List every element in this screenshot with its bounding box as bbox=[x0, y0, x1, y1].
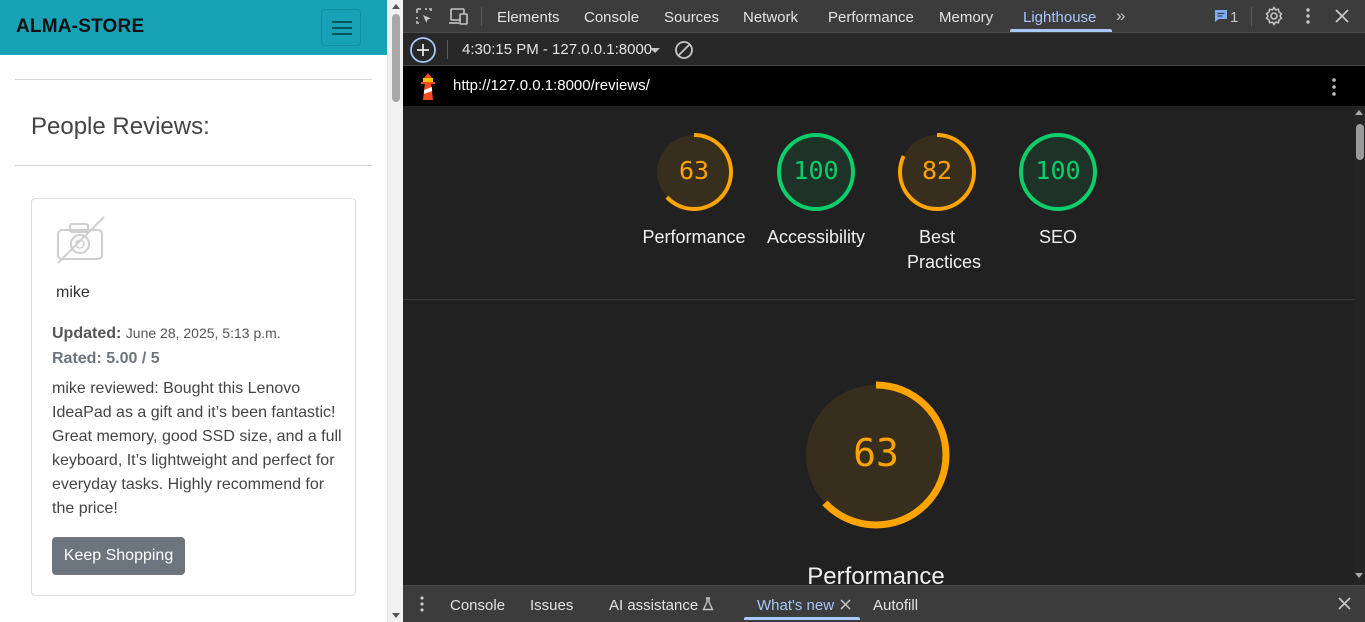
reviewer-name: mike bbox=[56, 284, 90, 301]
tab-memory[interactable]: Memory bbox=[939, 9, 993, 26]
updated-date: June 28, 2025, 5:13 p.m. bbox=[125, 325, 281, 341]
toolbar-separator bbox=[1251, 7, 1252, 26]
close-drawer-icon[interactable] bbox=[1338, 597, 1351, 610]
more-options-kebab-icon[interactable] bbox=[1301, 7, 1315, 25]
settings-gear-icon[interactable] bbox=[1264, 6, 1284, 26]
lighthouse-report: 63 Performance 100 Accessibility 82 Best Prac… bbox=[403, 106, 1354, 585]
drawer-tab-ai-assistance[interactable]: AI assistance bbox=[609, 597, 698, 614]
brand-logo-text[interactable]: ALMA-STORE bbox=[16, 16, 144, 38]
drawer-tab-autofill[interactable]: Autofill bbox=[873, 597, 918, 614]
hamburger-icon-line bbox=[332, 33, 352, 35]
seo-score-value: 100 bbox=[1035, 156, 1081, 185]
navbar-toggler-button[interactable] bbox=[321, 9, 361, 46]
devtools-toolbar: Elements Console Sources Network Perform… bbox=[403, 0, 1365, 33]
best-practices-score-value: 82 bbox=[921, 156, 953, 185]
close-devtools-icon[interactable] bbox=[1335, 9, 1349, 23]
report-url[interactable]: http://127.0.0.1:8000/reviews/ bbox=[453, 77, 650, 94]
report-url-bar: http://127.0.0.1:8000/reviews/ bbox=[403, 66, 1365, 106]
seo-score-label: SEO bbox=[1038, 227, 1077, 247]
close-tab-icon[interactable] bbox=[840, 599, 851, 610]
performance-score-value: 63 bbox=[678, 156, 710, 185]
scroll-up-arrow-icon[interactable] bbox=[1355, 110, 1363, 115]
experiment-flask-icon bbox=[702, 597, 714, 611]
tab-sources[interactable]: Sources bbox=[664, 9, 719, 26]
performance-detail-score: 63 bbox=[853, 431, 899, 475]
keep-shopping-button[interactable]: Keep Shopping bbox=[52, 537, 185, 575]
active-tab-indicator bbox=[1010, 29, 1112, 32]
inspect-element-icon[interactable] bbox=[415, 7, 433, 25]
scroll-down-arrow-icon[interactable] bbox=[1355, 573, 1363, 578]
review-text: mike reviewed: Bought this Lenovo IdeaPa… bbox=[52, 380, 342, 517]
website-viewport: ALMA-STORE People Reviews: mike Updated:… bbox=[0, 0, 387, 622]
devtools-panel: Elements Console Sources Network Perform… bbox=[403, 0, 1365, 622]
hamburger-icon-line bbox=[332, 21, 352, 23]
no-photo-icon bbox=[57, 216, 105, 264]
drawer-menu-kebab-icon[interactable] bbox=[417, 595, 427, 613]
best-practices-score-label: Best Practices bbox=[907, 227, 982, 272]
report-scrollbar[interactable] bbox=[1354, 106, 1365, 585]
lighthouse-subtoolbar: 4:30:15 PM - 127.0.0.1:8000 bbox=[403, 33, 1365, 66]
clear-all-icon[interactable] bbox=[674, 40, 694, 60]
accessibility-score-label: Accessibility bbox=[766, 227, 866, 247]
devtools-drawer-toolbar: Console Issues AI assistance What's new … bbox=[403, 585, 1365, 622]
scroll-thumb[interactable] bbox=[1356, 124, 1364, 160]
more-tabs-chevron-icon[interactable]: » bbox=[1116, 7, 1125, 24]
device-toolbar-icon[interactable] bbox=[448, 7, 470, 25]
tab-lighthouse[interactable]: Lighthouse bbox=[1023, 9, 1096, 26]
updated-line: Updated: June 28, 2025, 5:13 p.m. bbox=[52, 325, 281, 343]
divider bbox=[15, 79, 372, 80]
active-tab-indicator bbox=[744, 617, 860, 620]
updated-label: Updated: bbox=[52, 325, 122, 342]
hamburger-icon-line bbox=[332, 27, 352, 29]
tab-console[interactable]: Console bbox=[584, 9, 639, 26]
page-title: People Reviews: bbox=[31, 113, 210, 140]
issues-message-icon[interactable] bbox=[1214, 9, 1228, 23]
rating-text: Rated: 5.00 / 5 bbox=[52, 350, 160, 367]
toolbar-separator bbox=[447, 40, 448, 59]
drawer-tab-console[interactable]: Console bbox=[450, 597, 505, 614]
tab-network[interactable]: Network bbox=[743, 9, 798, 26]
site-scrollbar[interactable] bbox=[387, 0, 403, 622]
lighthouse-logo-icon bbox=[421, 73, 435, 100]
new-report-plus-icon[interactable] bbox=[409, 36, 437, 64]
performance-detail-title: Performance bbox=[807, 563, 945, 585]
tab-elements[interactable]: Elements bbox=[497, 9, 560, 26]
tab-performance[interactable]: Performance bbox=[828, 9, 914, 26]
drawer-tab-issues[interactable]: Issues bbox=[530, 597, 573, 614]
issues-count[interactable]: 1 bbox=[1230, 9, 1238, 26]
navbar: ALMA-STORE bbox=[0, 0, 387, 55]
report-menu-kebab-icon[interactable] bbox=[1327, 77, 1341, 97]
divider bbox=[15, 165, 372, 166]
performance-score-label: Performance bbox=[642, 227, 746, 247]
toolbar-separator bbox=[481, 7, 482, 26]
drawer-tab-whats-new[interactable]: What's new bbox=[757, 597, 834, 614]
divider bbox=[403, 299, 1354, 300]
report-select-dropdown[interactable]: 4:30:15 PM - 127.0.0.1:8000 bbox=[462, 41, 652, 58]
scroll-up-arrow-icon[interactable] bbox=[392, 4, 400, 9]
scroll-thumb[interactable] bbox=[392, 14, 400, 102]
review-card: mike Updated: June 28, 2025, 5:13 p.m. R… bbox=[31, 198, 356, 596]
accessibility-score-value: 100 bbox=[793, 156, 839, 185]
scroll-down-arrow-icon[interactable] bbox=[392, 613, 400, 618]
dropdown-caret-icon[interactable] bbox=[650, 48, 660, 53]
